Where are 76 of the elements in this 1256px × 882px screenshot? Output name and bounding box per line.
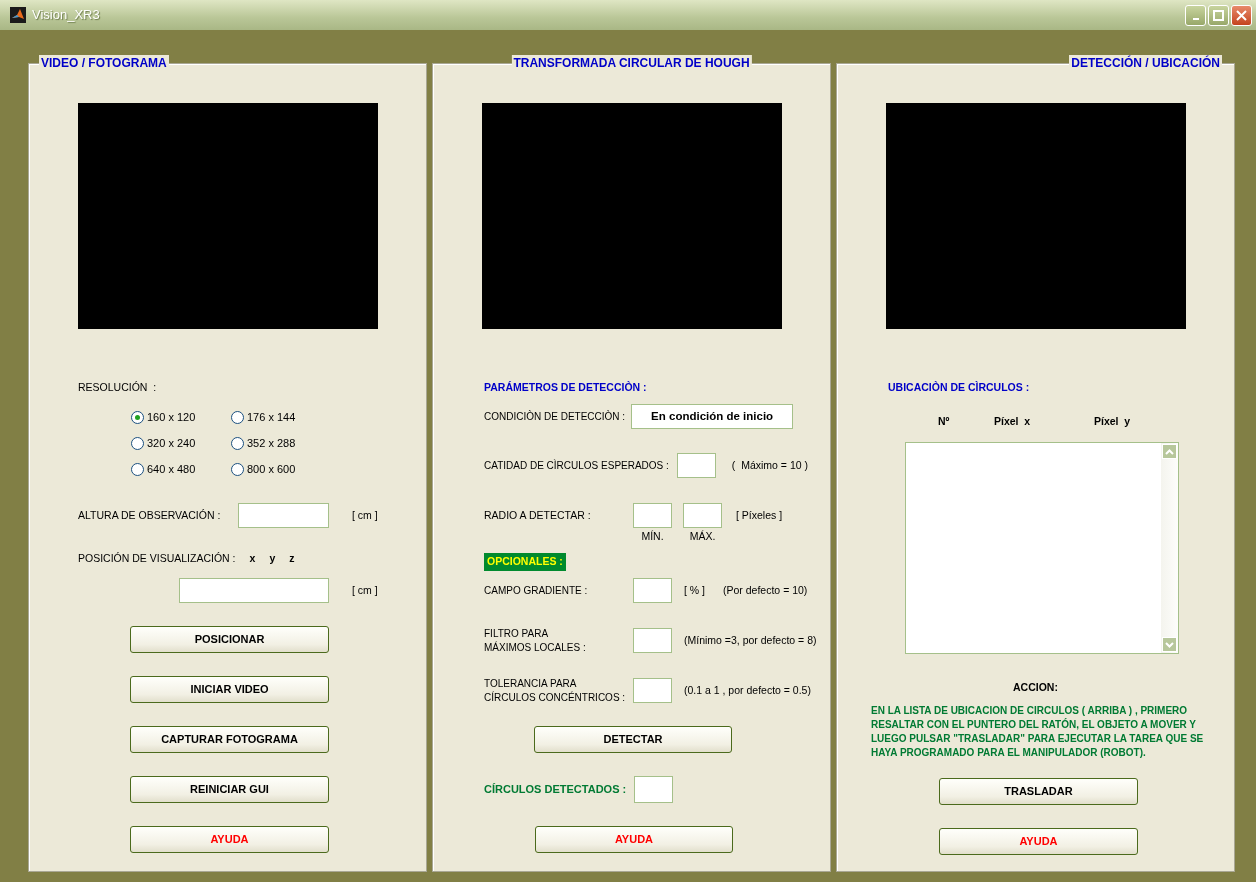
optional-badge: OPCIONALES : (484, 553, 566, 571)
list-box[interactable] (905, 442, 1179, 654)
hint-label: ( Máximo = 10 ) (731, 457, 808, 473)
radio-label: 640 x 480 (147, 461, 196, 477)
axis-label: x (249, 551, 256, 567)
scroll-up-button[interactable] (1162, 444, 1177, 459)
unit-label: [ % ] (684, 582, 705, 598)
field-label: FILTRO PARA MÁXIMOS LOCALES : (484, 626, 587, 655)
section-title: ACCION: (1013, 680, 1058, 696)
field-label: CONDICIÒN DE DETECCIÒN : (484, 409, 626, 424)
field-label: CATIDAD DE CÌRCULOS ESPERADOS : (484, 458, 669, 473)
maximize-button[interactable] (1208, 4, 1229, 26)
radio-label: 352 x 288 (247, 435, 296, 451)
instruction-text: EN LA LISTA DE UBICACION DE CIRCULOS ( ARRIBA ) , PRIMERO RESALTAR CON EL PUNTERO DEL RATÓN, EL OBJETO A MOVER Y LUEGO PULSAR "TRASLADAR" PARA EJECUTAR LA TAREA QUE SE HAYA PROGRAMADO PARA EL MANIPULADOR (ROBOT). (871, 704, 1205, 760)
input-field[interactable] (633, 578, 672, 603)
app-icon (10, 7, 26, 23)
max-label: MÁX. (688, 529, 717, 545)
radio-button[interactable] (131, 462, 144, 476)
radio-button[interactable] (231, 410, 244, 424)
axis-label: y (269, 551, 276, 567)
action-button[interactable]: INICIAR VIDEO (130, 676, 329, 703)
field-label: CAMPO GRADIENTE : (484, 583, 589, 598)
radio-label: 320 x 240 (147, 435, 196, 451)
min-label: MÍN. (640, 529, 665, 545)
action-button[interactable]: REINICIAR GUI (130, 776, 329, 803)
field-label: ALTURA DE OBSERVACIÓN : (78, 507, 222, 523)
unit-label: [ Píxeles ] (736, 507, 783, 523)
close-button[interactable] (1231, 4, 1252, 26)
input-field[interactable] (633, 678, 672, 703)
radio-label: 160 x 120 (147, 409, 196, 425)
unit-label: [ cm ] (352, 582, 378, 598)
input-field[interactable] (633, 628, 672, 653)
action-button[interactable]: CAPTURAR FOTOGRAMA (130, 726, 329, 753)
hint-label: (Por defecto = 10) (723, 582, 808, 598)
action-button[interactable]: POSICIONAR (130, 626, 329, 653)
hint-label: (0.1 a 1 , por defecto = 0.5) (684, 682, 811, 698)
action-button[interactable]: TRASLADAR (939, 778, 1138, 805)
input-field[interactable] (676, 453, 716, 478)
input-field[interactable] (683, 503, 722, 528)
field-label: POSICIÓN DE VISUALIZACIÓN : (78, 551, 236, 567)
chevron-up-icon (1165, 448, 1174, 455)
field-label: TOLERANCIA PARA CÍRCULOS CONCÉNTRICOS : (484, 676, 627, 705)
column-header: Nº (938, 414, 951, 430)
help-button[interactable]: AYUDA (535, 826, 733, 853)
radio-button[interactable] (231, 436, 244, 450)
action-button[interactable]: DETECTAR (534, 726, 732, 753)
minimize-button[interactable] (1185, 4, 1206, 26)
axis-label: z (289, 551, 295, 567)
radio-button[interactable] (131, 436, 144, 450)
scroll-down-button[interactable] (1162, 637, 1177, 652)
minimize-icon (1192, 18, 1199, 20)
section-title: PARÁMETROS DE DETECCIÒN : (484, 380, 647, 396)
radio-button[interactable] (231, 462, 244, 476)
help-button[interactable]: AYUDA (130, 826, 329, 853)
input-field[interactable] (179, 578, 329, 603)
input-field[interactable] (633, 503, 672, 528)
column-header: Píxel y (1094, 414, 1132, 430)
radio-label: 800 x 600 (247, 461, 296, 477)
unit-label: [ cm ] (352, 507, 378, 523)
hint-label: (Mínimo =3, por defecto = 8) (684, 632, 817, 648)
field-label: RADIO A DETECTAR : (484, 507, 592, 523)
chevron-down-icon (1165, 641, 1174, 648)
help-button[interactable]: AYUDA (939, 828, 1138, 855)
radio-label: 176 x 144 (247, 409, 296, 425)
input-field[interactable] (634, 776, 673, 803)
maximize-icon (1212, 8, 1225, 22)
column-header: Píxel x (994, 414, 1032, 430)
status-field: En condición de inicio (631, 404, 794, 429)
window-title: Vision_XR3 (32, 6, 100, 25)
resolution-label: RESOLUCIÓN : (78, 380, 157, 396)
result-label: CÍRCULOS DETECTADOS : (484, 782, 628, 798)
input-field[interactable] (238, 503, 329, 528)
radio-button[interactable] (131, 410, 144, 424)
section-title: UBICACIÒN DE CÌRCULOS : (888, 380, 1030, 396)
close-icon (1235, 8, 1248, 22)
scrollbar[interactable] (1161, 443, 1178, 653)
